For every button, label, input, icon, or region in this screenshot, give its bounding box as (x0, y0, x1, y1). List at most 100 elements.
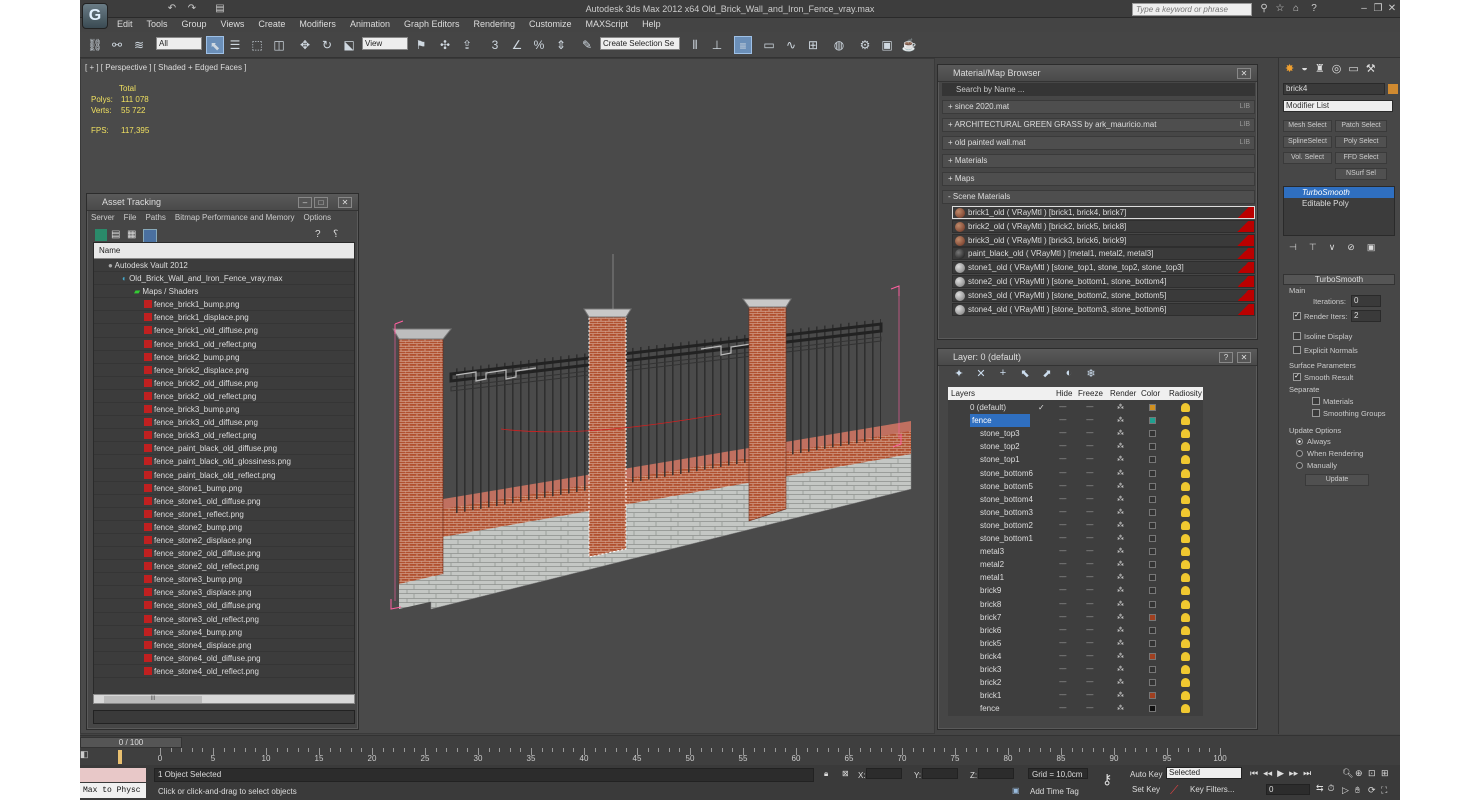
add-time-tag-button[interactable]: Add Time Tag (1030, 787, 1079, 796)
layer-color-swatch[interactable] (1149, 482, 1156, 490)
context-help-icon[interactable]: ⸮ (333, 229, 338, 240)
layer-color-swatch[interactable] (1149, 521, 1156, 529)
layer-row[interactable]: stone_bottom3 ----- ----- ⁂ (948, 506, 1203, 519)
layer-color-swatch[interactable] (1149, 639, 1156, 647)
render-teapot-icon[interactable]: ⁂ (1117, 689, 1124, 702)
x-coordinate-field[interactable] (866, 768, 902, 779)
asset-file-row[interactable]: fence_brick1_bump.png (94, 298, 354, 312)
maxscript-mini-listener[interactable]: Max to Physc (80, 783, 146, 798)
list-view-icon[interactable]: ▤ (111, 229, 123, 241)
render-teapot-icon[interactable]: ⁂ (1117, 558, 1124, 571)
layer-row[interactable]: stone_bottom4 ----- ----- ⁂ (948, 493, 1203, 506)
render-teapot-icon[interactable]: ⁂ (1117, 650, 1124, 663)
asset-file-row[interactable]: fence_stone1_old_diffuse.png (94, 495, 354, 508)
scene-material-row[interactable]: brick1_old ( VRayMtl ) [brick1, brick4, … (952, 206, 1255, 219)
render-teapot-icon[interactable]: ⁂ (1117, 519, 1124, 532)
hide-toggle[interactable]: ----- (1059, 480, 1067, 493)
redo-icon[interactable]: ↷ (186, 3, 198, 15)
help-icon[interactable]: ? (1219, 352, 1233, 363)
explicit-normals-checkbox[interactable] (1293, 346, 1301, 354)
mirror-icon[interactable]: ⫴ (686, 36, 704, 54)
motion-tab-icon[interactable]: ◎ (1332, 62, 1342, 75)
radiosity-icon[interactable] (1181, 468, 1190, 478)
close-icon[interactable]: ✕ (1237, 352, 1251, 363)
restore-icon[interactable]: ❐ (1372, 3, 1384, 15)
hide-toggle[interactable]: ----- (1059, 624, 1067, 637)
layer-manager-window[interactable]: Layer: 0 (default) ? ✕ ✦ ✕ + ⬉ ⬈ ◐ ❄ Lay… (937, 348, 1258, 730)
radiosity-icon[interactable] (1181, 704, 1190, 714)
freeze-toggle[interactable]: ----- (1086, 440, 1094, 453)
radiosity-icon[interactable] (1181, 573, 1190, 583)
key-filters-button[interactable]: Key Filters... (1190, 785, 1234, 794)
radiosity-icon[interactable] (1181, 416, 1190, 426)
add-to-layer-icon[interactable]: + (996, 367, 1010, 380)
horizontal-scrollbar[interactable]: III (93, 694, 355, 704)
undo-icon[interactable]: ↶ (166, 3, 178, 15)
scene-material-row[interactable]: stone3_old ( VRayMtl ) [stone_bottom2, s… (952, 288, 1255, 302)
render-teapot-icon[interactable]: ⁂ (1117, 598, 1124, 611)
freeze-toggle[interactable]: ----- (1086, 493, 1094, 506)
asset-file-row[interactable]: fence_stone2_old_diffuse.png (94, 547, 354, 561)
timeline[interactable]: 0 / 100 ◧ 0 5 10 15 20 25 30 35 40 45 50 55 60 65 70 75… (80, 735, 1400, 765)
layer-row[interactable]: metal2 ----- ----- ⁂ (948, 558, 1203, 571)
scene-material-row[interactable]: stone1_old ( VRayMtl ) [stone_top1, ston… (952, 261, 1255, 275)
render-teapot-icon[interactable]: ⁂ (1117, 532, 1124, 545)
render-teapot-icon[interactable]: ⁂ (1117, 571, 1124, 584)
render-teapot-icon[interactable]: ⁂ (1117, 480, 1124, 493)
hierarchy-tab-icon[interactable]: ♜ (1315, 62, 1325, 75)
radiosity-icon[interactable] (1181, 638, 1190, 648)
menu-maxscript[interactable]: MAXScript (579, 18, 636, 32)
menu-edit[interactable]: Edit (110, 18, 140, 32)
scale-icon[interactable]: ⬕ (340, 36, 358, 54)
radiosity-icon[interactable] (1181, 455, 1190, 465)
freeze-toggle[interactable]: ----- (1086, 650, 1094, 663)
asset-file-row[interactable]: fence_paint_black_old_diffuse.png (94, 442, 354, 456)
radiosity-icon[interactable] (1181, 691, 1190, 701)
layer-color-swatch[interactable] (1149, 561, 1156, 569)
radiosity-icon[interactable] (1181, 520, 1190, 530)
layer-color-swatch[interactable] (1149, 679, 1156, 687)
iterations-spinner[interactable]: 0 (1351, 295, 1381, 307)
radiosity-icon[interactable] (1181, 403, 1190, 412)
stack-item-turbosmooth[interactable]: TurboSmooth (1284, 187, 1394, 198)
freeze-toggle[interactable]: ----- (1086, 637, 1094, 650)
freeze-toggle[interactable]: ----- (1086, 702, 1094, 715)
zoom-extents-icon[interactable]: ⊡ (1368, 768, 1381, 779)
time-configuration-icon[interactable]: ⏱ (1328, 783, 1335, 794)
asset-menu-options[interactable]: Options (304, 213, 341, 222)
spinner-snap-icon[interactable]: ⇕ (552, 36, 570, 54)
time-slider[interactable]: 0 / 100 (80, 737, 182, 748)
asset-menu-paths[interactable]: Paths (145, 213, 174, 222)
star-icon[interactable]: ☆ (1274, 3, 1286, 15)
render-iters-checkbox[interactable]: ✓ (1293, 312, 1301, 320)
asset-menu-file[interactable]: File (124, 213, 146, 222)
layer-color-swatch[interactable] (1149, 443, 1156, 451)
field-of-view-icon[interactable]: ▷ (1342, 785, 1355, 796)
graphite-ribbon-icon[interactable]: ▭ (760, 36, 778, 54)
object-color-swatch[interactable] (1388, 84, 1398, 94)
render-teapot-icon[interactable]: ⁂ (1117, 545, 1124, 558)
render-teapot-icon[interactable]: ⁂ (1117, 611, 1124, 624)
hide-toggle[interactable]: ----- (1059, 663, 1067, 676)
grid-view-icon[interactable] (143, 229, 157, 243)
link-icon[interactable]: ⛓ (86, 36, 104, 54)
hide-toggle[interactable]: ----- (1059, 676, 1067, 689)
configure-sets-icon[interactable]: ▣ (1367, 242, 1376, 253)
remove-modifier-icon[interactable]: ⊘ (1347, 242, 1355, 253)
radiosity-icon[interactable] (1181, 547, 1190, 557)
layer-window-title[interactable]: Layer: 0 (default) (938, 349, 1257, 366)
radiosity-icon[interactable] (1181, 599, 1190, 609)
layer-color-swatch[interactable] (1149, 404, 1156, 411)
select-manipulate-icon[interactable]: ✣ (436, 36, 454, 54)
radiosity-icon[interactable] (1181, 494, 1190, 504)
layer-row[interactable]: stone_bottom5 ----- ----- ⁂ (948, 480, 1203, 493)
asset-column-header[interactable]: Name (94, 243, 354, 259)
asset-file-row[interactable]: fence_stone4_displace.png (94, 639, 354, 652)
layer-row[interactable]: stone_bottom6 ----- ----- ⁂ (948, 467, 1203, 480)
current-frame-field[interactable]: 0 (1266, 784, 1310, 795)
freeze-toggle[interactable]: ----- (1086, 453, 1094, 466)
scene-file-row[interactable]: ◐ Old_Brick_Wall_and_Iron_Fence_vray.max (94, 272, 354, 286)
render-teapot-icon[interactable]: ⁂ (1117, 702, 1124, 715)
menu-graph-editors[interactable]: Graph Editors (397, 18, 467, 32)
asset-file-row[interactable]: fence_stone3_displace.png (94, 586, 354, 600)
